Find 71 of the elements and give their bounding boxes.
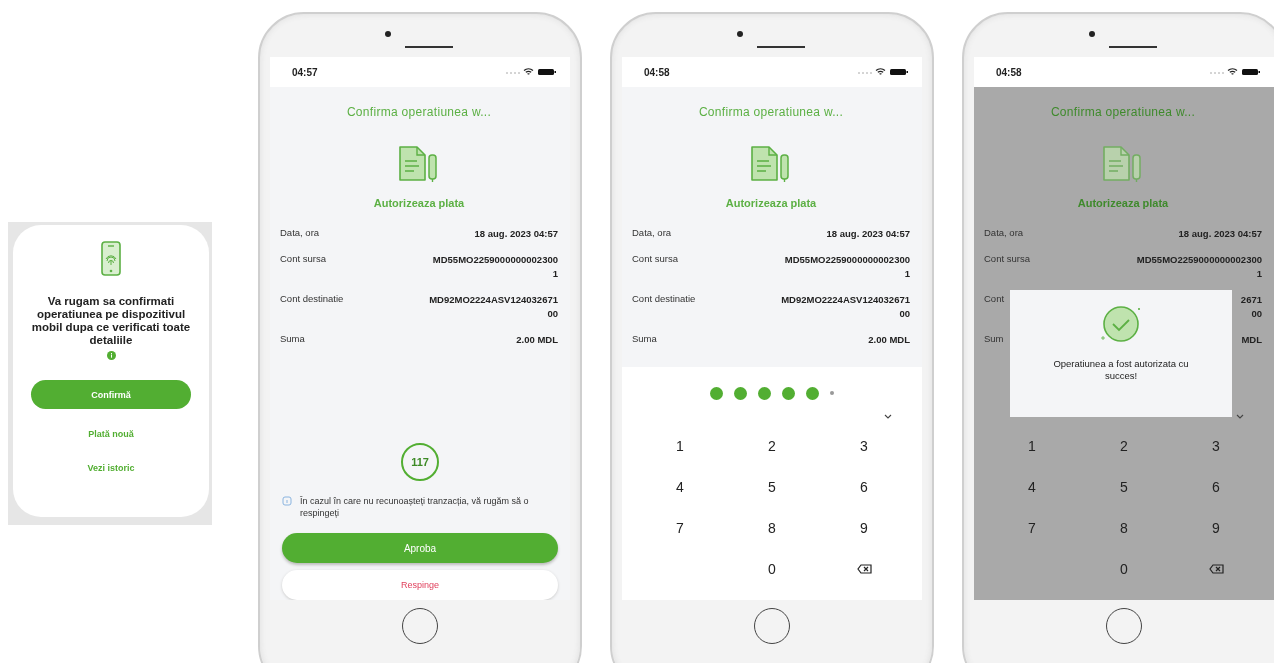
detail-value: MD55MO2259000000002300 1	[432, 253, 558, 281]
detail-value: 2.00 MDL	[868, 333, 910, 347]
detail-value: MD92MO2224ASV124032671 00	[781, 293, 910, 321]
chevron-down-icon[interactable]	[884, 413, 892, 419]
keypad-key[interactable]: 3	[852, 437, 876, 454]
status-icons-icon	[1210, 68, 1260, 76]
detail-value: MD55MO2259000000002300 1	[1136, 253, 1262, 281]
keypad-key[interactable]: 4	[668, 478, 692, 495]
screen-subtitle: Autorizeaza plata	[1077, 197, 1169, 209]
info-icon	[106, 351, 116, 360]
keypad-key[interactable]: 4	[1020, 478, 1044, 495]
keypad-key[interactable]: 7	[668, 519, 692, 536]
camera-icon	[385, 31, 391, 37]
keypad-key[interactable]: 6	[852, 478, 876, 495]
screen-subtitle: Autorizeaza plata	[725, 197, 817, 209]
detail-label: Cont sursa	[280, 253, 326, 264]
detail-value: MDL	[1241, 333, 1262, 347]
keypad-key[interactable]: 9	[852, 519, 876, 536]
detail-value: 2.00 MDL	[516, 333, 558, 347]
keypad-key[interactable]: 8	[1112, 519, 1136, 536]
detail-value: 2671 00	[1240, 293, 1262, 321]
detail-value: 18 aug. 2023 04:57	[1178, 227, 1262, 241]
confirm-message: Va rugam sa confirmati operatiunea pe dispozitivul mobil dupa ce verificati toate detaliile	[30, 295, 192, 347]
detail-label: Cont sursa	[632, 253, 678, 264]
keypad-key[interactable]: 3	[1204, 437, 1228, 454]
chevron-down-icon[interactable]	[1236, 413, 1244, 419]
detail-label: Cont destinatie	[280, 293, 344, 304]
keypad-key[interactable]: 9	[1204, 519, 1228, 536]
screen-title: Confirma operatiunea w...	[1050, 105, 1196, 119]
keypad-key[interactable]: 8	[760, 519, 784, 536]
keypad-key[interactable]: 6	[1204, 478, 1228, 495]
phone-fingerprint-icon	[98, 241, 124, 277]
detail-label: Cont destinatie	[632, 293, 696, 304]
detail-label: Suma	[632, 333, 657, 344]
camera-icon	[737, 31, 743, 37]
detail-value: MD55MO2259000000002300 1	[784, 253, 910, 281]
keypad-key[interactable]: 0	[1112, 560, 1136, 577]
backspace-icon[interactable]	[1208, 563, 1224, 574]
detail-value: MD92MO2224ASV124032671 00	[429, 293, 558, 321]
info-icon	[282, 496, 292, 506]
keypad-key[interactable]: 2	[1112, 437, 1136, 454]
detail-label: Data, ora	[280, 227, 320, 238]
screen-subtitle: Autorizeaza plata	[373, 197, 465, 209]
keypad-key[interactable]: 1	[668, 437, 692, 454]
detail-value: 18 aug. 2023 04:57	[826, 227, 910, 241]
keypad-key[interactable]: 5	[760, 478, 784, 495]
screen-title: Confirma operatiunea w...	[346, 105, 492, 119]
detail-label: Data, ora	[984, 227, 1024, 238]
status-time: 04:58	[644, 66, 670, 78]
detail-label: Data, ora	[632, 227, 672, 238]
countdown-timer: 117	[401, 443, 439, 481]
keypad-key[interactable]: 0	[760, 560, 784, 577]
detail-label: Cont sursa	[984, 253, 1030, 264]
camera-icon	[1089, 31, 1095, 37]
detail-label: Suma	[280, 333, 305, 344]
detail-value: 18 aug. 2023 04:57	[474, 227, 558, 241]
status-icons-icon	[506, 68, 556, 76]
keypad-key[interactable]: 5	[1112, 478, 1136, 495]
screen-title: Confirma operatiunea w...	[698, 105, 844, 119]
reject-button[interactable]: Respinge	[282, 570, 558, 600]
detail-label: Cont	[984, 293, 1005, 304]
keypad-key[interactable]: 1	[1020, 437, 1044, 454]
status-time: 04:57	[292, 66, 318, 78]
backspace-icon[interactable]	[856, 563, 872, 574]
detail-label: Sum	[984, 333, 1004, 344]
success-message: Operatiunea a fost autorizata cu succes!	[1052, 358, 1190, 382]
status-icons-icon	[858, 68, 908, 76]
keypad-key[interactable]: 2	[760, 437, 784, 454]
keypad-key[interactable]: 7	[1020, 519, 1044, 536]
warning-note: În cazul în care nu recunoașteți tranzacția, vă rugăm să o respingeți	[300, 495, 530, 519]
status-time: 04:58	[996, 66, 1022, 78]
